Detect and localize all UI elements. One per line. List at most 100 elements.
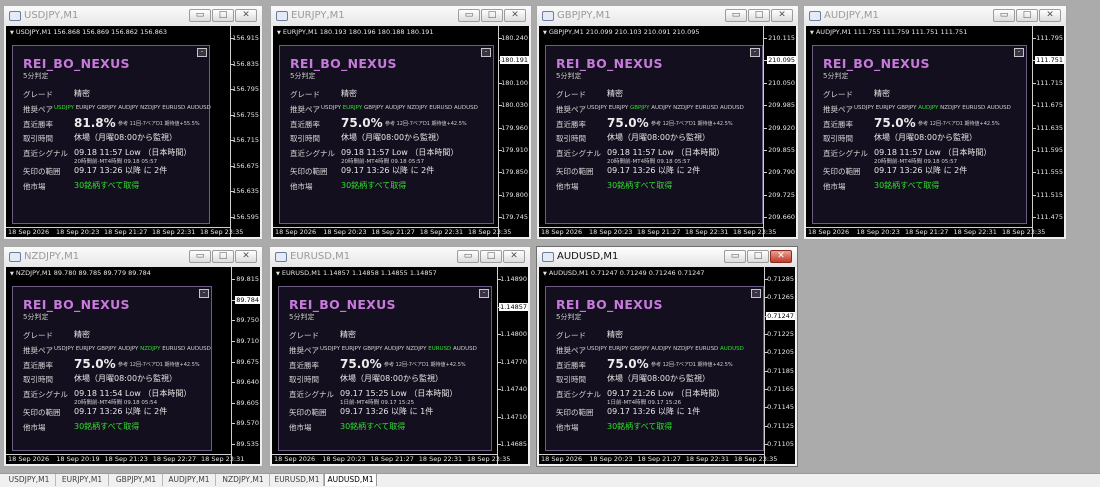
close-button[interactable]: ✕ <box>235 250 257 263</box>
chart-tab[interactable]: EURUSD,M1 <box>271 474 324 486</box>
maximize-button[interactable]: □ <box>747 250 769 263</box>
pairs-label: 推奨ペア <box>556 346 586 355</box>
maximize-button[interactable]: □ <box>212 250 234 263</box>
other-market-label: 他市場 <box>823 182 846 191</box>
panel-collapse-button[interactable]: - <box>199 289 209 298</box>
pair-item: AUDUSD <box>454 105 478 111</box>
maximize-icon: □ <box>218 10 228 20</box>
chart-window[interactable]: EURJPY,M1 ▭ □ ✕ ▼ EURJPY,M1 180.193 180.196 1… <box>270 5 532 240</box>
chart-window[interactable]: AUDUSD,M1 ▭ □ ✕ ▼ AUDUSD,M1 0.71247 0.71249 0… <box>536 246 798 467</box>
title-bar[interactable]: AUDUSD,M1 ▭ □ ✕ <box>537 247 797 267</box>
price-chart[interactable]: ▼ AUDUSD,M1 0.71247 0.71249 0.71246 0.712… <box>539 267 795 464</box>
chart-window[interactable]: EURUSD,M1 ▭ □ ✕ ▼ EURUSD,M1 1.14857 1.14858 1… <box>269 246 531 467</box>
chart-window[interactable]: USDJPY,M1 ▭ □ ✕ ▼ USDJPY,M1 156.868 156.869 1… <box>3 5 263 240</box>
chart-tab[interactable]: EURJPY,M1 <box>56 474 109 486</box>
current-price-label: 0.71247 <box>766 311 795 320</box>
title-bar[interactable]: EURUSD,M1 ▭ □ ✕ <box>270 247 530 267</box>
chart-window[interactable]: GBPJPY,M1 ▭ □ ✕ ▼ GBPJPY,M1 210.099 210.103 2… <box>536 5 799 240</box>
arrow-range-value: 09.17 13:26 以降 に 2件 <box>341 166 435 175</box>
minimize-button[interactable]: ▭ <box>725 9 747 22</box>
close-button[interactable]: ✕ <box>503 250 525 263</box>
time-label: 18 Sep 21:27 <box>104 228 148 236</box>
title-bar[interactable]: AUDJPY,M1 ▭ □ ✕ <box>804 6 1066 26</box>
price-label: 179.800 <box>501 190 528 199</box>
price-chart[interactable]: ▼ EURUSD,M1 1.14857 1.14858 1.14855 1.148… <box>272 267 528 464</box>
minimize-icon: ▭ <box>463 251 473 261</box>
panel-collapse-button[interactable]: - <box>479 289 489 298</box>
chart-tab[interactable]: USDJPY,M1 <box>3 474 56 486</box>
chart-window[interactable]: NZDJPY,M1 ▭ □ ✕ ▼ NZDJPY,M1 89.780 89.785 89.… <box>3 246 263 467</box>
title-bar[interactable]: NZDJPY,M1 ▭ □ ✕ <box>4 247 262 267</box>
panel-collapse-button[interactable]: - <box>1014 48 1024 57</box>
chart-window[interactable]: AUDJPY,M1 ▭ □ ✕ ▼ AUDJPY,M1 111.755 111.759 1… <box>803 5 1067 240</box>
price-chart[interactable]: ▼ NZDJPY,M1 89.780 89.785 89.779 89.784 89… <box>6 267 260 464</box>
maximize-button[interactable]: □ <box>212 9 234 22</box>
pairs-label: 推奨ペア <box>23 105 53 114</box>
close-button[interactable]: ✕ <box>770 250 792 263</box>
title-bar[interactable]: GBPJPY,M1 ▭ □ ✕ <box>537 6 798 26</box>
maximize-button[interactable]: □ <box>748 9 770 22</box>
signal-label: 直近シグナル <box>290 149 335 158</box>
title-bar[interactable]: USDJPY,M1 ▭ □ ✕ <box>4 6 262 26</box>
minimize-button[interactable]: ▭ <box>189 250 211 263</box>
maximize-button[interactable]: □ <box>480 250 502 263</box>
price-tick <box>765 315 768 317</box>
price-chart[interactable]: ▼ USDJPY,M1 156.868 156.869 156.862 156.8… <box>6 26 260 237</box>
winrate-value: 75.0% <box>340 357 382 371</box>
close-button[interactable]: ✕ <box>771 9 793 22</box>
pair-item: EURJPY <box>875 105 896 111</box>
maximize-button[interactable]: □ <box>1016 9 1038 22</box>
close-button[interactable]: ✕ <box>504 9 526 22</box>
time-label: 18 Sep 2026 <box>8 228 50 236</box>
current-price-label: 180.191 <box>500 56 529 65</box>
minimize-button[interactable]: ▭ <box>189 9 211 22</box>
winrate-reference: 参考 12回-7ベアD1 期待値+42.5% <box>918 121 1000 127</box>
minimize-button[interactable]: ▭ <box>458 9 480 22</box>
symbol-prices: GBPJPY,M1 210.099 210.103 210.091 210.09… <box>548 28 700 36</box>
panel-collapse-button[interactable]: - <box>750 48 760 57</box>
pair-item: USDJPY <box>320 346 340 352</box>
minimize-button[interactable]: ▭ <box>724 250 746 263</box>
title-bar[interactable]: EURJPY,M1 ▭ □ ✕ <box>271 6 531 26</box>
minimize-button[interactable]: ▭ <box>993 9 1015 22</box>
symbol-prices: EURJPY,M1 180.193 180.196 180.188 180.19… <box>282 28 434 36</box>
close-button[interactable]: ✕ <box>1039 9 1061 22</box>
symbol-price-line: ▼ NZDJPY,M1 89.780 89.785 89.779 89.784 <box>10 269 151 277</box>
price-tick <box>764 82 767 84</box>
panel-collapse-button[interactable]: - <box>197 48 207 57</box>
price-tick <box>232 444 235 445</box>
hours-label: 取引時間 <box>823 134 853 143</box>
price-chart[interactable]: ▼ AUDJPY,M1 111.755 111.759 111.751 111.7… <box>806 26 1064 237</box>
winrate-label: 直近勝率 <box>290 120 320 129</box>
panel-title: REI_BO_NEXUS <box>23 297 130 312</box>
price-chart[interactable]: ▼ GBPJPY,M1 210.099 210.103 210.091 210.0… <box>539 26 796 237</box>
panel-title: REI_BO_NEXUS <box>556 297 663 312</box>
price-tick <box>499 38 502 39</box>
time-label: 18 Sep 20:23 <box>856 228 900 236</box>
pair-item: NZDJPY <box>407 105 428 111</box>
pair-item: EURUSD <box>162 346 186 352</box>
chart-tab[interactable]: AUDUSD,M1 <box>324 474 377 486</box>
time-label: 18 Sep 21:23 <box>104 455 148 463</box>
maximize-button[interactable]: □ <box>481 9 503 22</box>
pair-item: NZDJPY <box>406 346 427 352</box>
pair-item: EURUSD <box>428 346 452 352</box>
price-label: 1.14890 <box>500 275 527 283</box>
price-label: 89.605 <box>236 398 259 407</box>
chart-tab[interactable]: AUDJPY,M1 <box>163 474 216 486</box>
price-label: 209.790 <box>768 168 795 177</box>
chart-tab[interactable]: GBPJPY,M1 <box>110 474 163 486</box>
signal-subtext: 20時間前-MT4時間 09.18 05:57 <box>341 159 425 165</box>
panel-collapse-button[interactable]: - <box>481 48 491 57</box>
time-label: 18 Sep 20:23 <box>589 228 633 236</box>
close-button[interactable]: ✕ <box>235 9 257 22</box>
pair-item: GBPJPY <box>363 105 384 111</box>
pair-item: USDJPY <box>321 105 341 111</box>
panel-collapse-button[interactable]: - <box>751 289 761 298</box>
chart-tab[interactable]: NZDJPY,M1 <box>217 474 270 486</box>
price-chart[interactable]: ▼ EURJPY,M1 180.193 180.196 180.188 180.1… <box>273 26 529 237</box>
minimize-button[interactable]: ▭ <box>457 250 479 263</box>
pair-item: AUDUSD <box>720 346 744 352</box>
pair-item: EURJPY <box>341 346 362 352</box>
other-market-label: 他市場 <box>290 182 313 191</box>
